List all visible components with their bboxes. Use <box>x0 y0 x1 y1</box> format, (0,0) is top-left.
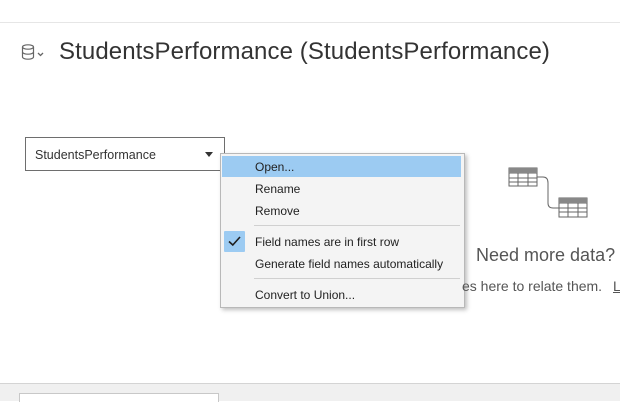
menu-separator <box>254 278 460 279</box>
menu-item-field-names-first-row[interactable]: Field names are in first row <box>222 231 461 252</box>
table-dropdown[interactable]: StudentsPerformance <box>25 137 225 171</box>
relationship-tables-icon <box>506 166 590 222</box>
top-divider <box>0 22 620 23</box>
context-menu: Open... Rename Remove Field names are in… <box>220 153 465 308</box>
menu-item-generate-field-names[interactable]: Generate field names automatically <box>222 253 461 274</box>
menu-item-rename[interactable]: Rename <box>222 178 461 199</box>
bottom-field-box[interactable] <box>19 393 219 402</box>
chevron-down-icon <box>37 52 44 57</box>
menu-item-remove[interactable]: Remove <box>222 200 461 221</box>
learn-more-link[interactable]: L <box>613 278 620 294</box>
menu-item-open[interactable]: Open... <box>222 156 461 177</box>
database-icon[interactable] <box>20 42 46 64</box>
menu-item-label: Field names are in first row <box>255 235 400 249</box>
menu-item-label: Generate field names automatically <box>255 257 444 271</box>
page-title: StudentsPerformance (StudentsPerformance… <box>59 38 551 65</box>
table-name-label: StudentsPerformance <box>35 148 156 162</box>
drag-tables-hint: es here to relate them. <box>462 278 603 294</box>
dropdown-caret-icon[interactable] <box>205 152 213 157</box>
menu-item-label: Remove <box>255 204 300 218</box>
menu-item-convert-to-union[interactable]: Convert to Union... <box>222 284 461 305</box>
checkmark-icon <box>224 231 245 252</box>
menu-item-label: Convert to Union... <box>255 288 356 302</box>
menu-item-label: Rename <box>255 182 301 196</box>
need-more-data-heading: Need more data? <box>476 245 616 265</box>
menu-separator <box>254 225 460 226</box>
menu-item-label: Open... <box>255 160 295 174</box>
